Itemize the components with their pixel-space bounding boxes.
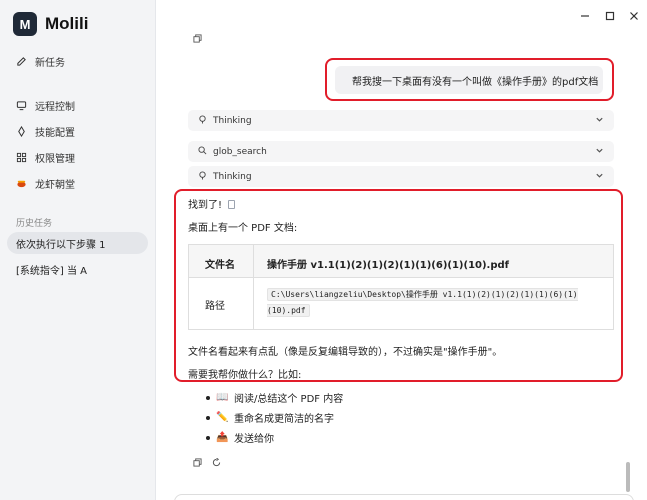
option-label: 发送给你 — [234, 434, 274, 445]
skill-icon — [16, 126, 27, 137]
copy-icon[interactable] — [193, 457, 202, 470]
list-item: 📤 发送给你 — [206, 430, 274, 445]
chat-input[interactable] — [174, 494, 634, 500]
nav-lobster-court[interactable]: 龙虾朝堂 — [16, 176, 75, 191]
chevron-down-icon — [596, 117, 603, 122]
book-icon: 📖 — [216, 392, 229, 403]
chevron-down-icon — [596, 173, 603, 178]
maximize-icon[interactable] — [604, 10, 616, 22]
bullet-dot — [206, 395, 210, 400]
app-name: Molili — [45, 14, 89, 33]
nav-new-task[interactable]: 新任务 — [16, 54, 65, 69]
history-section-label: 历史任务 — [16, 219, 53, 229]
step-label: Thinking — [213, 115, 252, 126]
nav-label: 权限管理 — [35, 154, 75, 165]
lightbulb-icon — [198, 114, 207, 127]
refresh-icon[interactable] — [212, 457, 221, 470]
crab-icon — [16, 178, 27, 189]
table-header-filevalue: 操作手册 v1.1(1)(2)(1)(2)(1)(1)(6)(1)(10).pd… — [267, 260, 510, 271]
desc-text: 桌面上有一个 PDF 文档: — [188, 223, 298, 234]
app-logo: M — [13, 12, 37, 36]
user-message: 帮我搜一下桌面有没有一个叫做《操作手册》的pdf文档 — [335, 66, 603, 94]
note-text: 文件名看起来有点乱（像是反复编辑导致的），不过确实是"操作手册"。 — [188, 347, 503, 358]
table-divider — [253, 245, 254, 329]
copy-icon[interactable] — [193, 33, 202, 46]
step-thinking[interactable]: Thinking — [188, 110, 614, 131]
nav-label: 远程控制 — [35, 102, 75, 113]
step-label: Thinking — [213, 171, 252, 182]
pencil-icon: ✏️ — [216, 412, 229, 423]
option-label: 阅读/总结这个 PDF 内容 — [234, 394, 344, 405]
option-label: 重命名成更简洁的名字 — [234, 414, 334, 425]
sidebar: M Molili 新任务 远程控制 技能配置 权限管理 龙虾朝堂 历史任务 依次… — [0, 0, 156, 500]
nav-skill-config[interactable]: 技能配置 — [16, 124, 75, 139]
step-label: glob_search — [213, 146, 267, 157]
question-text: 需要我帮你做什么？比如: — [188, 370, 302, 381]
file-path-code: C:\Users\liangzeliu\Desktop\操作手册 v1.1(1)… — [267, 288, 578, 317]
bullet-dot — [206, 415, 210, 420]
document-icon — [228, 200, 236, 209]
nav-permission[interactable]: 权限管理 — [16, 150, 75, 165]
remote-icon — [16, 100, 27, 111]
nav-label: 技能配置 — [35, 128, 75, 139]
step-glob-search[interactable]: glob_search — [188, 141, 614, 162]
table-row-label: 路径 — [205, 301, 225, 312]
send-icon: 📤 — [216, 432, 229, 443]
step-thinking[interactable]: Thinking — [188, 166, 614, 187]
table-header-filename: 文件名 — [205, 260, 235, 271]
history-item[interactable]: 依次执行以下步骤 1 — [7, 232, 148, 254]
nav-label: 新任务 — [35, 58, 65, 69]
grid-icon — [16, 152, 27, 163]
message-actions — [193, 457, 221, 470]
chevron-down-icon — [596, 148, 603, 153]
scrollbar[interactable] — [626, 462, 630, 492]
found-label: 找到了! — [188, 200, 223, 211]
search-icon — [198, 145, 207, 158]
file-table: 文件名 操作手册 v1.1(1)(2)(1)(2)(1)(1)(6)(1)(10… — [188, 244, 614, 330]
list-item: ✏️ 重命名成更简洁的名字 — [206, 410, 334, 425]
nav-label: 龙虾朝堂 — [35, 180, 75, 191]
minimize-icon[interactable] — [579, 10, 591, 22]
history-item[interactable]: [系统指令] 当 A — [7, 258, 148, 280]
user-message-highlight: 帮我搜一下桌面有没有一个叫做《操作手册》的pdf文档 — [325, 58, 614, 101]
list-item: 📖 阅读/总结这个 PDF 内容 — [206, 390, 343, 405]
edit-icon — [16, 56, 27, 67]
file-path: C:\Users\liangzeliu\Desktop\操作手册 v1.1(1)… — [267, 287, 612, 319]
found-text: 找到了! — [188, 196, 236, 211]
bullet-dot — [206, 435, 210, 440]
close-icon[interactable] — [628, 10, 640, 22]
lightbulb-icon — [198, 170, 207, 183]
brand: M Molili — [13, 12, 88, 36]
nav-remote-control[interactable]: 远程控制 — [16, 98, 75, 113]
